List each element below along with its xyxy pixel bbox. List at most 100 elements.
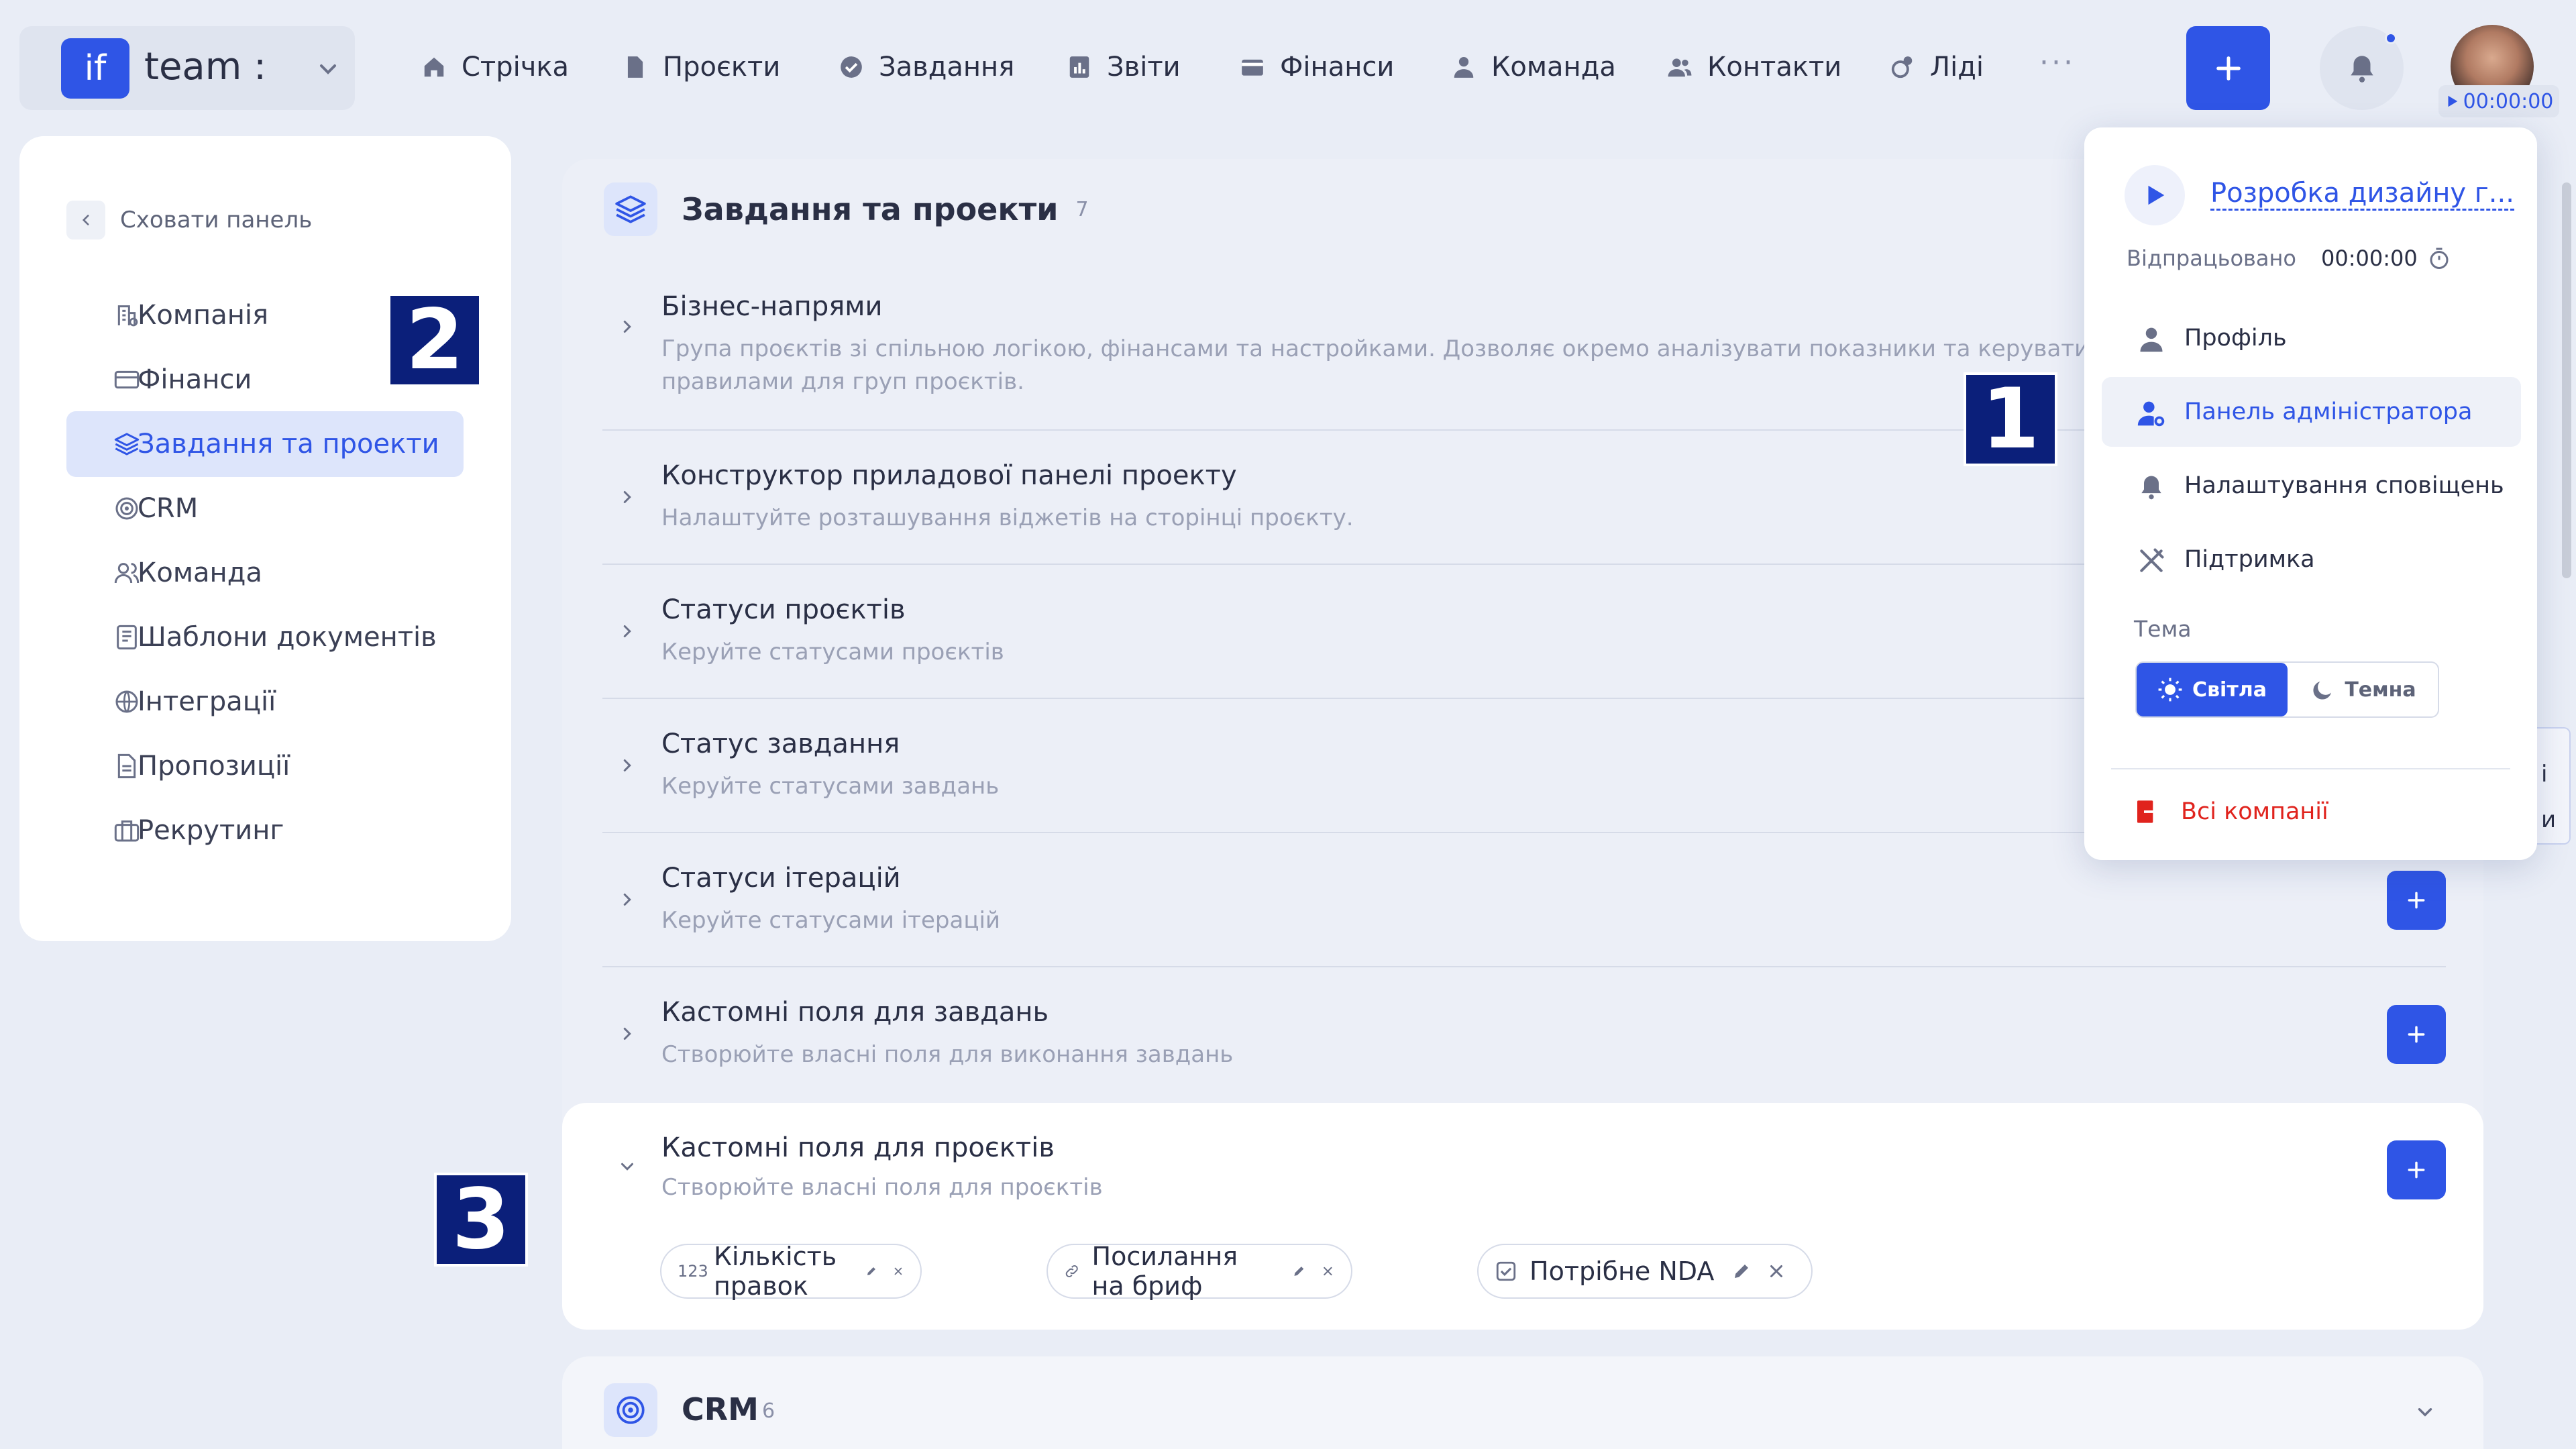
nav-contacts[interactable]: Контакти [1667, 46, 1841, 89]
sidebar-item-label: Завдання та проекти [138, 429, 439, 460]
crm-section[interactable]: CRM 6 [562, 1356, 2483, 1449]
row-description: Налаштуйте розташування віджетів на стор… [661, 504, 1354, 531]
worked-label: Відпрацьовано [2127, 246, 2296, 271]
custom-field-chip[interactable]: 123 Кількість правок [660, 1242, 922, 1301]
theme-dark-option[interactable]: Темна [2288, 663, 2439, 716]
plus-icon [2408, 1026, 2425, 1043]
report-icon [1069, 56, 1089, 78]
sidebar-item-team[interactable]: Команда [66, 540, 464, 606]
sidebar-item-label: Пропозиції [138, 751, 290, 782]
timer-badge[interactable]: 00:00:00 [2438, 85, 2559, 117]
card-icon [114, 370, 140, 389]
chevron-down-icon [320, 64, 336, 74]
sidebar-item-label: Компанія [138, 300, 269, 331]
team-name: team : [144, 45, 266, 89]
annotation-marker-1: 1 [1964, 372, 2057, 466]
edit-icon[interactable] [1292, 1261, 1306, 1281]
top-bar: if team : Стрічка Проєкти Завдання Звіти… [0, 0, 2576, 133]
sidebar-item-label: Фінанси [138, 364, 252, 395]
sidebar-item-proposals[interactable]: Пропозиції [66, 733, 464, 799]
menu-item-label: Профіль [2184, 325, 2287, 352]
team-switcher[interactable]: if team : [19, 26, 355, 110]
edit-icon[interactable] [1731, 1261, 1752, 1281]
bell-icon [2141, 476, 2161, 500]
menu-item-notification-settings[interactable]: Налаштування сповіщень [2102, 451, 2521, 521]
theme-light-option[interactable]: Світла [2137, 663, 2288, 716]
nav-finance[interactable]: Фінанси [1240, 46, 1394, 89]
scrollbar[interactable] [2562, 182, 2571, 578]
sidebar-item-tasks-projects[interactable]: Завдання та проекти [66, 411, 464, 477]
create-button[interactable] [2186, 26, 2270, 110]
nav-tasks[interactable]: Завдання [839, 46, 1014, 89]
menu-item-profile[interactable]: Профіль [2102, 303, 2521, 373]
stopwatch-icon [2430, 248, 2449, 269]
chevron-down-icon[interactable] [2414, 1401, 2436, 1424]
menu-item-admin-panel[interactable]: Панель адміністратора [2102, 377, 2521, 447]
all-companies-button[interactable]: Всі компанії [2134, 798, 2328, 825]
sidebar-item-crm[interactable]: CRM [66, 476, 464, 541]
row-description: Створюйте власні поля для проєктів [661, 1174, 1103, 1201]
theme-light-label: Світла [2192, 678, 2267, 702]
layers-icon [114, 433, 140, 455]
sidebar-item-label: Інтеграції [138, 686, 276, 717]
document-template-icon [117, 625, 137, 650]
play-icon [2148, 185, 2165, 205]
nav-label: Проєкти [663, 52, 781, 83]
plus-icon [2408, 1161, 2425, 1179]
row-description: Група проєктів зі спільною логікою, фіна… [661, 335, 2090, 396]
menu-divider [2111, 768, 2510, 769]
company-icon [117, 305, 138, 327]
row-description: Керуйте статусами проєктів [661, 639, 1004, 665]
sidebar-item-integrations[interactable]: Інтеграції [66, 669, 464, 735]
close-icon[interactable] [1766, 1261, 1786, 1281]
sidebar-item-label: Рекрутинг [138, 815, 284, 846]
edit-icon[interactable] [865, 1261, 877, 1281]
close-icon[interactable] [1321, 1261, 1335, 1281]
nav-feed[interactable]: Стрічка [421, 46, 569, 89]
contacts-icon [1668, 58, 1692, 77]
add-task-field-button[interactable] [2387, 1005, 2446, 1064]
settings-sidebar: Сховати панель Компанія Фінанси Завдання… [19, 136, 511, 941]
worked-value: 00:00:00 [2321, 246, 2418, 271]
chevron-down-icon[interactable] [617, 1157, 637, 1177]
briefcase-icon [114, 820, 140, 842]
chip-label: Потрібне NDA [1529, 1256, 1715, 1286]
target-icon [115, 497, 138, 520]
start-timer-button[interactable] [2125, 165, 2185, 225]
nav-leads[interactable]: Ліді [1890, 46, 1984, 89]
theme-dark-label: Темна [2345, 678, 2416, 702]
nav-label: Ліді [1930, 52, 1984, 83]
chevron-left-icon [66, 201, 105, 239]
admin-icon [2137, 401, 2165, 427]
row-title: Статуси ітерацій [661, 863, 901, 894]
chip-label: Посилання на бриф [1091, 1242, 1238, 1301]
hide-panel-button[interactable]: Сховати панель [66, 201, 312, 239]
nav-projects[interactable]: Проєкти [623, 46, 780, 89]
hidden-panel-peek: і и [2537, 727, 2571, 845]
menu-item-support[interactable]: Підтримка [2102, 525, 2521, 594]
custom-field-chip[interactable]: Посилання на бриф [1046, 1242, 1352, 1301]
nav-label: Команда [1491, 52, 1616, 83]
add-project-field-button[interactable] [2387, 1140, 2446, 1199]
nav-reports[interactable]: Звіти [1067, 46, 1181, 89]
more-menu-button[interactable]: ··· [2039, 46, 2076, 80]
target-icon [604, 1383, 657, 1437]
people-icon [114, 563, 140, 584]
custom-field-chip[interactable]: Потрібне NDA [1477, 1244, 1813, 1299]
chevron-right-icon [623, 491, 631, 503]
exit-icon [2137, 800, 2161, 823]
settings-row[interactable]: Кастомні поля для завдань Створюйте влас… [602, 967, 2446, 1102]
row-description: Створюйте власні поля для виконання завд… [661, 1041, 1234, 1068]
play-icon [2448, 95, 2457, 107]
close-icon[interactable] [892, 1261, 904, 1281]
bell-icon [2350, 55, 2373, 83]
tools-icon [2140, 548, 2164, 572]
nav-team[interactable]: Команда [1451, 46, 1616, 89]
sidebar-item-doc-templates[interactable]: Шаблони документів [66, 604, 464, 670]
add-status-button[interactable] [2387, 871, 2446, 930]
plus-icon [2408, 892, 2425, 909]
sidebar-item-recruiting[interactable]: Рекрутинг [66, 798, 464, 863]
theme-toggle: Світла Темна [2135, 661, 2439, 718]
current-task-link[interactable]: Розробка дизайну г... [2210, 178, 2514, 211]
nav-label: Фінанси [1280, 52, 1395, 83]
